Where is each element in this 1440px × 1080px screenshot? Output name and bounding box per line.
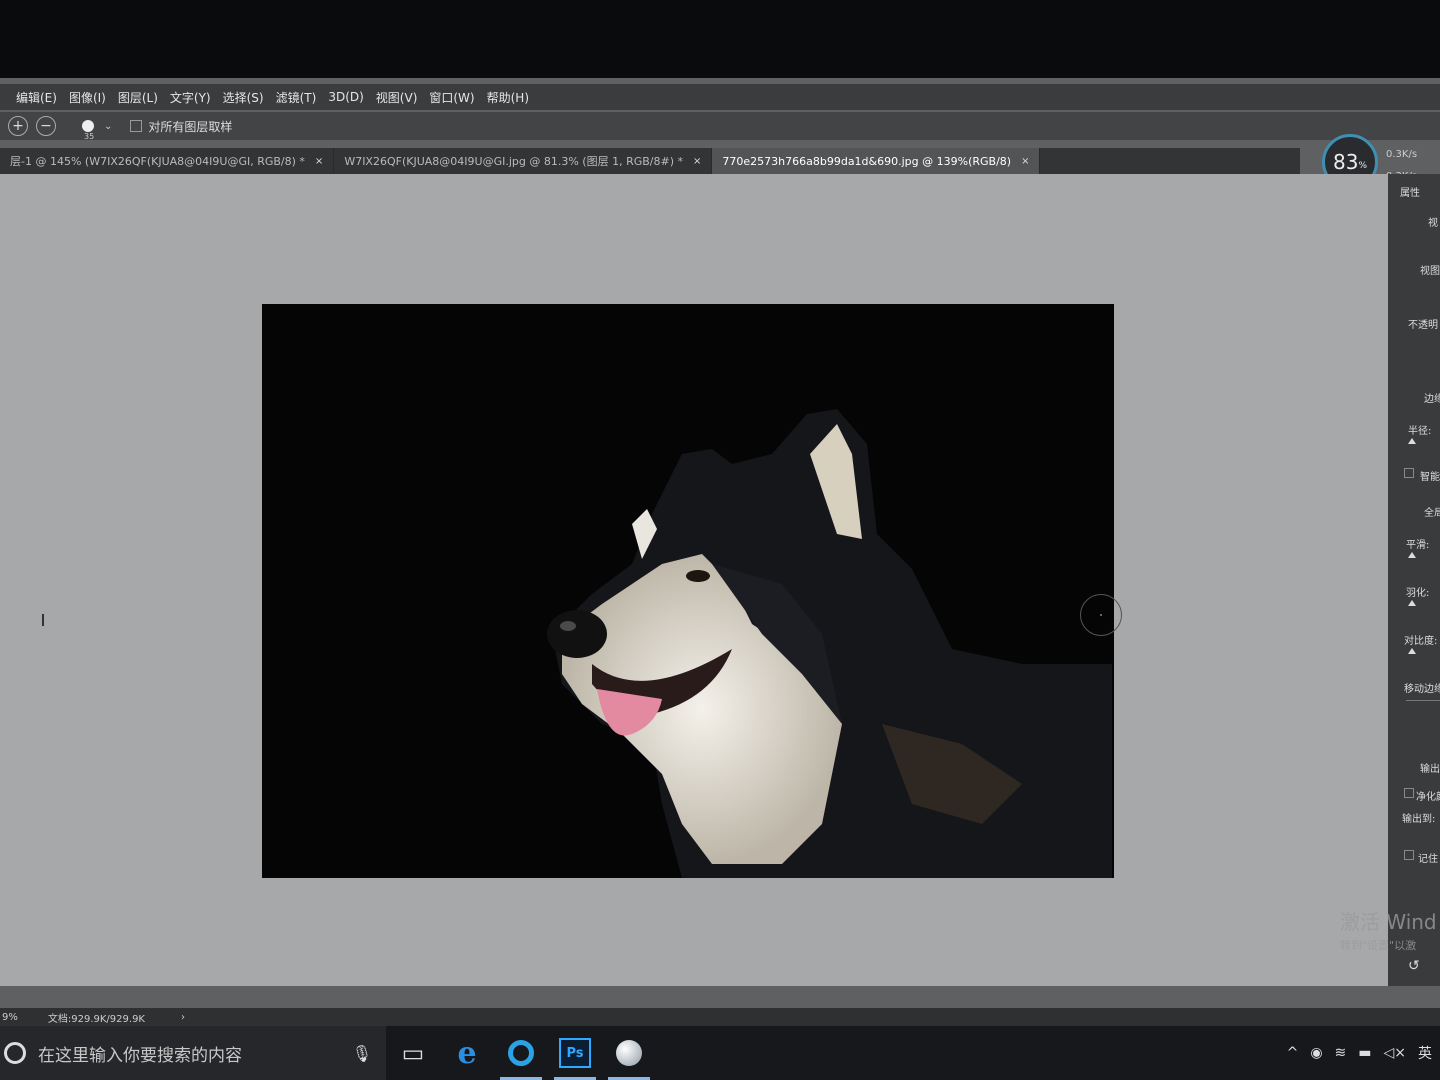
speed-unit: % <box>1358 161 1367 171</box>
edge-detection-label[interactable]: 边缘 <box>1424 390 1440 405</box>
menu-layer[interactable]: 图层(L) <box>112 89 164 106</box>
tab-label: W7IX26QF(KJUA8@04I9U@GI.jpg @ 81.3% (图层 … <box>344 155 683 168</box>
contrast-slider-knob[interactable] <box>1408 648 1416 654</box>
windows-taskbar: 在这里输入你要搜索的内容 🎙 ▭ e Ps ^ ◉ ≋ ▬ ◁× 英 <box>0 1026 1440 1080</box>
dog-nose <box>547 610 607 658</box>
menu-image[interactable]: 图像(I) <box>63 89 112 106</box>
tab-document-2[interactable]: W7IX26QF(KJUA8@04I9U@GI.jpg @ 81.3% (图层 … <box>334 148 713 174</box>
menu-edit[interactable]: 编辑(E) <box>10 89 63 106</box>
global-refinements-label[interactable]: 全局 <box>1424 504 1440 519</box>
system-tray: ^ ◉ ≋ ▬ ◁× 英 <box>1287 1043 1432 1063</box>
close-icon[interactable]: × <box>1021 156 1029 167</box>
add-to-selection-icon[interactable]: + <box>8 116 28 136</box>
menu-help[interactable]: 帮助(H) <box>481 89 535 106</box>
cortana-icon[interactable] <box>4 1042 26 1064</box>
chevron-right-icon[interactable]: › <box>181 1012 185 1023</box>
chevron-down-icon[interactable]: ⌄ <box>104 121 112 132</box>
security-icon[interactable]: ◉ <box>1310 1045 1322 1061</box>
wifi-icon[interactable]: ≋ <box>1335 1045 1347 1061</box>
brush-size-label: 35 <box>84 132 95 141</box>
tab-document-1[interactable]: 层-1 @ 145% (W7IX26QF(KJUA8@04I9U@GI, RGB… <box>0 148 335 174</box>
decontaminate-checkbox[interactable] <box>1404 788 1414 798</box>
refine-edge-panel: 属性 视 视图: 不透明 边缘 半径: 智能 全局 平滑: 羽化: 对比度: 移… <box>1388 174 1440 986</box>
view-mode-label[interactable]: 视图: <box>1420 262 1440 277</box>
smooth-label: 平滑: <box>1406 540 1430 551</box>
radius-slider-knob[interactable] <box>1408 438 1416 444</box>
taskbar-search-box[interactable]: 在这里输入你要搜索的内容 🎙 <box>0 1026 386 1080</box>
zoom-readout[interactable]: 9% <box>2 1012 18 1023</box>
smart-radius-label: 智能 <box>1420 472 1440 483</box>
feather-slider-knob[interactable] <box>1408 600 1416 606</box>
feather-label: 羽化: <box>1406 588 1430 599</box>
menu-3d[interactable]: 3D(D) <box>322 90 369 104</box>
speed-percent: 83 <box>1332 150 1359 174</box>
tab-label: 770e2573h766a8b99da1d&690.jpg @ 139%(RGB… <box>722 154 1012 168</box>
subtract-from-selection-icon[interactable]: − <box>36 116 56 136</box>
edge-browser-icon[interactable]: e <box>440 1026 494 1080</box>
menu-filter[interactable]: 滤镜(T) <box>270 89 323 106</box>
close-icon[interactable]: × <box>315 156 323 167</box>
options-bar: + − 35 ⌄ 对所有图层取样 <box>0 112 1440 141</box>
tab-document-3[interactable]: 770e2573h766a8b99da1d&690.jpg @ 139%(RGB… <box>712 148 1041 174</box>
input-language-indicator[interactable]: 英 <box>1418 1043 1432 1063</box>
document-tabs: 层-1 @ 145% (W7IX26QF(KJUA8@04I9U@GI, RGB… <box>0 148 1300 174</box>
menu-bar: 编辑(E) 图像(I) 图层(L) 文字(Y) 选择(S) 滤镜(T) 3D(D… <box>0 84 1440 110</box>
activate-windows-watermark: 激活 Wind 转到"设置"以激 <box>1340 906 1437 953</box>
contrast-label: 对比度: <box>1404 636 1438 647</box>
reset-icon[interactable]: ↺ <box>1408 958 1420 974</box>
sample-all-layers-checkbox[interactable] <box>130 120 143 132</box>
app-ball-icon[interactable] <box>602 1026 656 1080</box>
tab-label: 层-1 @ 145% (W7IX26QF(KJUA8@04I9U@GI, RGB… <box>10 155 305 168</box>
shift-edge-label: 移动边缘 <box>1404 684 1440 695</box>
output-to-label: 输出到: <box>1402 814 1436 825</box>
dog-nose-shine <box>560 621 576 631</box>
remember-settings-label: 记住 <box>1418 854 1438 865</box>
document-size: 文档:929.9K/929.9K <box>47 1013 145 1025</box>
watermark-line2: 转到"设置"以激 <box>1340 939 1417 952</box>
text-cursor-icon <box>42 614 44 626</box>
menu-view[interactable]: 视图(V) <box>370 89 424 106</box>
decontaminate-label: 净化颜 <box>1416 792 1440 803</box>
shift-edge-slider[interactable] <box>1406 700 1440 701</box>
volume-muted-icon[interactable]: ◁× <box>1384 1045 1407 1061</box>
smart-radius-checkbox[interactable] <box>1404 468 1414 478</box>
photoshop-icon[interactable]: Ps <box>548 1026 602 1080</box>
status-bar: 9% 文档:929.9K/929.9K › <box>0 1008 1440 1026</box>
smooth-slider-knob[interactable] <box>1408 552 1416 558</box>
dog-eye <box>686 570 710 582</box>
qq-browser-icon[interactable] <box>494 1026 548 1080</box>
task-view-icon[interactable]: ▭ <box>386 1026 440 1080</box>
menu-select[interactable]: 选择(S) <box>217 89 270 106</box>
chevron-up-icon[interactable]: ^ <box>1287 1045 1299 1061</box>
close-icon[interactable]: × <box>693 156 701 167</box>
battery-icon[interactable]: ▬ <box>1358 1045 1371 1061</box>
radius-label: 半径: <box>1408 426 1432 437</box>
document-canvas[interactable] <box>262 304 1114 878</box>
microphone-icon[interactable]: 🎙 <box>352 1044 372 1063</box>
output-settings-label[interactable]: 输出 <box>1420 760 1440 775</box>
view-label: 视 <box>1428 218 1438 229</box>
sample-all-layers-label: 对所有图层取样 <box>148 119 233 134</box>
remember-settings-checkbox[interactable] <box>1404 850 1414 860</box>
search-placeholder: 在这里输入你要搜索的内容 <box>38 1045 242 1066</box>
canvas-area[interactable] <box>0 174 1388 986</box>
brush-cursor <box>1080 594 1122 636</box>
brush-preset-picker[interactable]: 35 <box>82 120 94 141</box>
dog-photo <box>547 409 1112 878</box>
watermark-line1: 激活 Wind <box>1340 910 1437 934</box>
upload-speed: 0.3K/s <box>1386 149 1418 160</box>
menu-type[interactable]: 文字(Y) <box>164 89 217 106</box>
menu-window[interactable]: 窗口(W) <box>423 89 480 106</box>
monitor-screen: 编辑(E) 图像(I) 图层(L) 文字(Y) 选择(S) 滤镜(T) 3D(D… <box>0 78 1440 1080</box>
opacity-label[interactable]: 不透明 <box>1408 316 1438 331</box>
properties-label: 属性 <box>1400 188 1420 199</box>
